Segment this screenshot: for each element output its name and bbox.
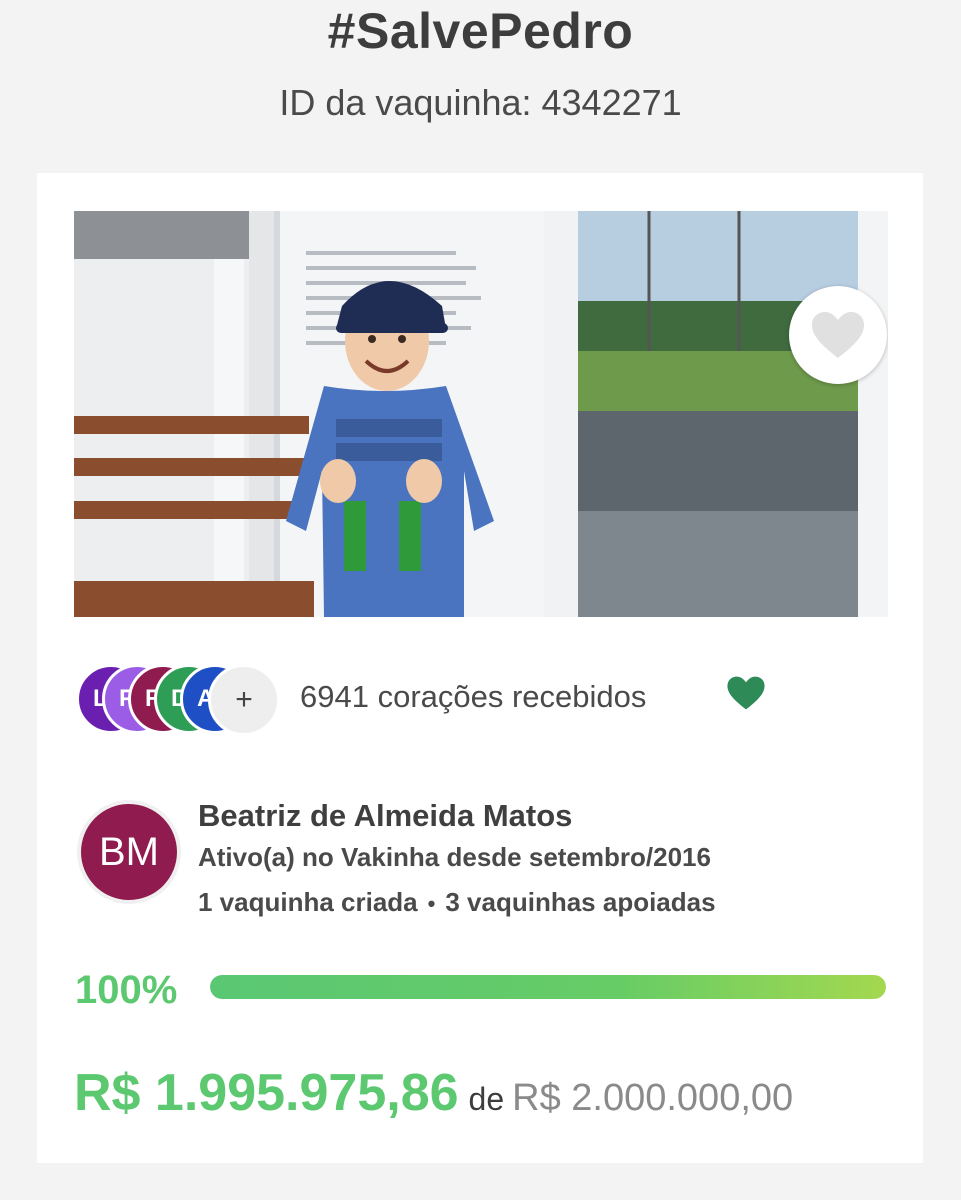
author-stats: 1 vaquinha criada • 3 vaquinhas apoiadas xyxy=(198,887,716,918)
progress-bar-fill xyxy=(210,975,886,999)
amount-goal: R$ 2.000.000,00 xyxy=(512,1077,794,1119)
amount-of-label: de xyxy=(468,1081,505,1117)
campaign-photo-image xyxy=(74,211,888,617)
progress-bar xyxy=(210,975,886,999)
campaigns-created: 1 vaquinha criada xyxy=(198,887,418,917)
campaigns-supported: 3 vaquinhas apoiadas xyxy=(445,887,716,917)
hearts-count: 6941 corações recebidos xyxy=(300,679,647,714)
more-supporters-button[interactable]: + xyxy=(208,664,280,736)
amount-raised: R$ 1.995.975,86 xyxy=(74,1064,459,1122)
author-name[interactable]: Beatriz de Almeida Matos xyxy=(198,798,572,834)
author-avatar[interactable]: BM xyxy=(77,800,181,904)
campaign-card: L P R D A + 6941 corações recebidos BM B… xyxy=(37,173,923,1163)
progress-percent: 100% xyxy=(75,968,178,1012)
supporter-avatars[interactable]: L P R D A + xyxy=(76,661,280,737)
author-active-since: Ativo(a) no Vakinha desde setembro/2016 xyxy=(198,842,711,872)
campaign-id: ID da vaquinha: 4342271 xyxy=(279,82,682,123)
hearts-summary: L P R D A + 6941 corações recebidos xyxy=(76,661,876,737)
green-heart-icon xyxy=(727,676,765,710)
author-section: BM Beatriz de Almeida Matos Ativo(a) no … xyxy=(77,798,877,928)
page-title: #SalvePedro xyxy=(327,3,634,59)
separator-dot: • xyxy=(427,891,436,916)
amount-summary: R$ 1.995.975,86 de R$ 2.000.000,00 xyxy=(74,1063,894,1133)
campaign-photo[interactable] xyxy=(74,211,888,617)
favorite-button[interactable] xyxy=(789,286,887,384)
heart-icon xyxy=(812,312,864,358)
